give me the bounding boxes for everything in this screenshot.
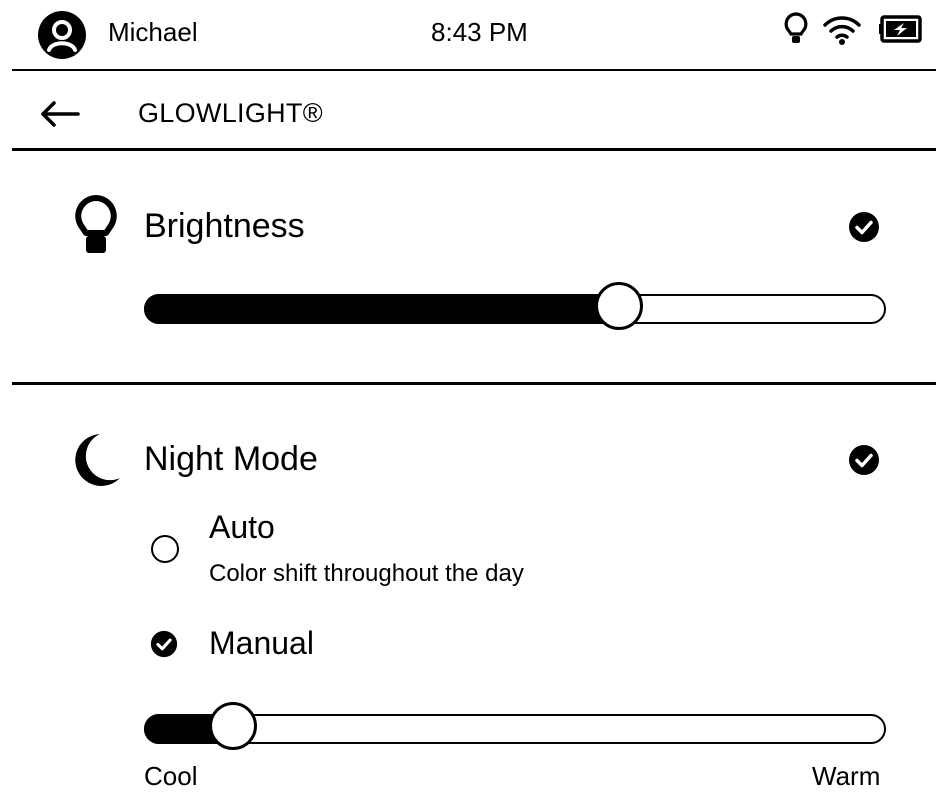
- status-divider: [12, 69, 936, 71]
- brightness-label: Brightness: [144, 207, 305, 245]
- brightness-toggle-check-icon[interactable]: [848, 211, 880, 243]
- color-temperature-slider-thumb[interactable]: [209, 702, 257, 750]
- page-title: GLOWLIGHT®: [138, 98, 323, 128]
- night-mode-toggle-check-icon[interactable]: [848, 444, 880, 476]
- wifi-icon: [823, 16, 861, 45]
- auto-radio[interactable]: [151, 535, 179, 563]
- auto-option-description: Color shift throughout the day: [209, 560, 524, 587]
- auto-option-label[interactable]: Auto: [209, 506, 275, 548]
- moon-icon: [75, 434, 120, 486]
- cool-label: Cool: [144, 761, 198, 791]
- glowlight-status-icon: [784, 12, 808, 43]
- night-mode-label: Night Mode: [144, 440, 318, 478]
- avatar-icon[interactable]: [38, 11, 86, 59]
- bulb-icon: [75, 195, 117, 253]
- brightness-slider-thumb[interactable]: [595, 282, 643, 330]
- manual-radio-check-icon[interactable]: [150, 630, 178, 658]
- section-divider: [12, 382, 936, 385]
- user-name: Michael: [108, 17, 198, 47]
- warm-label: Warm: [812, 761, 881, 791]
- color-temperature-slider[interactable]: [144, 702, 886, 750]
- back-arrow-icon[interactable]: [30, 92, 90, 136]
- clock: 8:43 PM: [431, 17, 528, 47]
- header-divider: [12, 148, 936, 151]
- manual-option-label[interactable]: Manual: [209, 622, 314, 664]
- brightness-slider-fill: [144, 294, 619, 324]
- battery-charging-icon: [879, 15, 922, 43]
- brightness-slider[interactable]: [144, 282, 886, 330]
